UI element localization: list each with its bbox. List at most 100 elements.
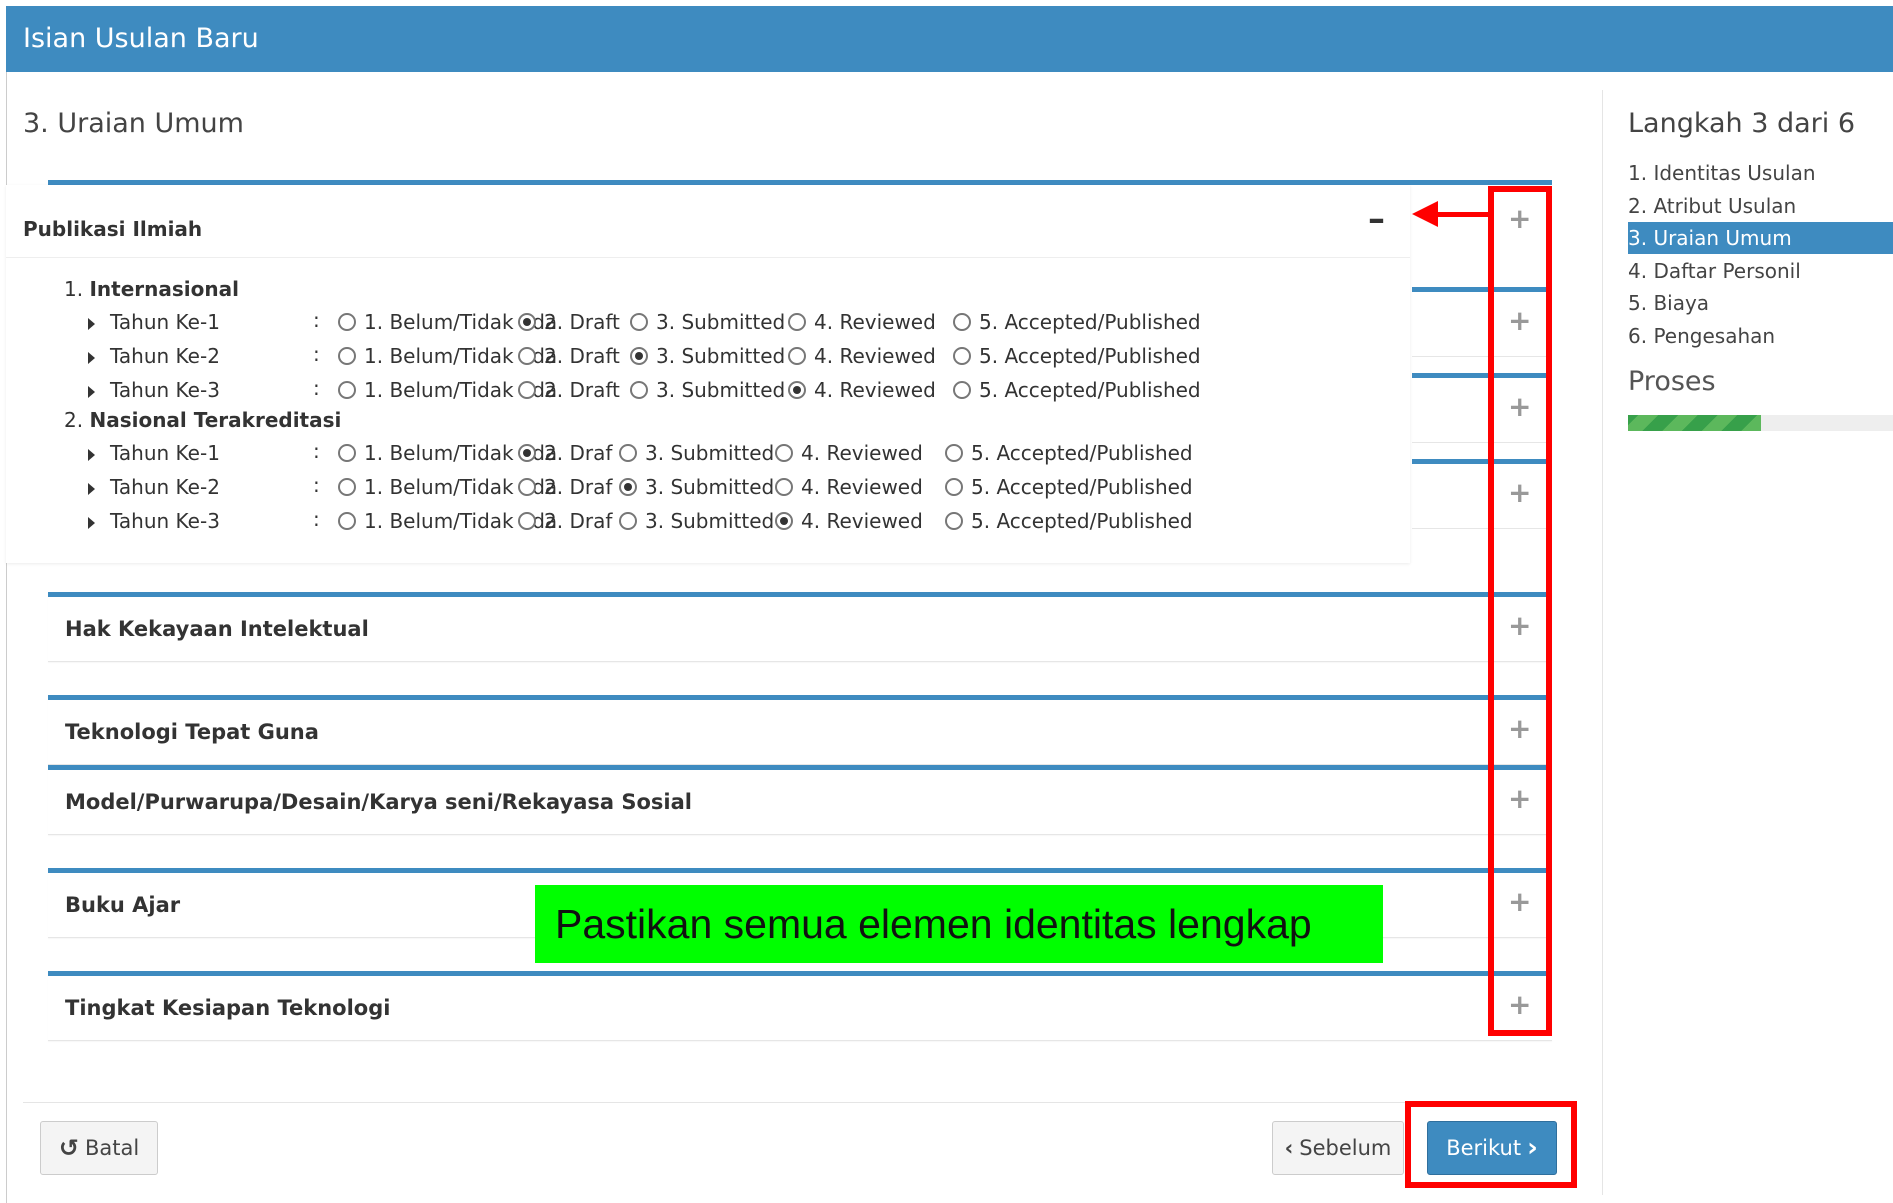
radio-row: Tahun Ke-2:1. Belum/Tidak ada 2. Draf 3. S…	[88, 473, 1193, 503]
radio-option[interactable]: 4. Reviewed	[775, 475, 923, 499]
radio-option[interactable]: 4. Reviewed	[775, 509, 923, 533]
panel-title[interactable]: Tingkat Kesiapan Teknologi	[65, 996, 390, 1020]
radio-button[interactable]	[775, 512, 793, 530]
radio-option[interactable]: 2. Draf	[518, 441, 612, 465]
step-item[interactable]: 3. Uraian Umum	[1628, 222, 1893, 254]
radio-option[interactable]: 2. Draf	[518, 509, 612, 533]
step-item[interactable]: 5. Biaya	[1628, 287, 1893, 319]
colon: :	[313, 473, 320, 497]
step-item[interactable]: 4. Daftar Personil	[1628, 255, 1893, 287]
row-label: Tahun Ke-3	[110, 509, 220, 533]
row-label: Tahun Ke-2	[110, 475, 220, 499]
radio-button[interactable]	[338, 478, 356, 496]
radio-button[interactable]	[338, 444, 356, 462]
radio-button[interactable]	[619, 444, 637, 462]
radio-option[interactable]: 5. Accepted/Published	[945, 475, 1193, 499]
panel-divider	[6, 257, 1410, 258]
progress-bar	[1628, 415, 1893, 431]
radio-button[interactable]	[518, 478, 536, 496]
radio-option[interactable]: 3. Submitted	[630, 378, 785, 402]
radio-label: 5. Accepted/Published	[971, 441, 1193, 465]
panel-title[interactable]: Buku Ajar	[65, 893, 180, 917]
step-item[interactable]: 6. Pengesahan	[1628, 320, 1893, 352]
radio-option[interactable]: 2. Draft	[518, 378, 620, 402]
radio-option[interactable]: 2. Draft	[518, 344, 620, 368]
radio-label: 4. Reviewed	[814, 378, 936, 402]
previous-button[interactable]: ‹ Sebelum	[1272, 1121, 1404, 1175]
radio-label: 5. Accepted/Published	[971, 475, 1193, 499]
column-divider	[1602, 90, 1603, 1195]
radio-button[interactable]	[945, 478, 963, 496]
radio-button[interactable]	[775, 478, 793, 496]
radio-button[interactable]	[945, 444, 963, 462]
radio-button[interactable]	[630, 313, 648, 331]
radio-button[interactable]	[953, 347, 971, 365]
panel-model-purwarupa[interactable]: Model/Purwarupa/Desain/Karya seni/Rekaya…	[48, 765, 1552, 835]
panel-teknologi-tepat-guna[interactable]: Teknologi Tepat Guna +	[48, 695, 1552, 765]
radio-button[interactable]	[518, 444, 536, 462]
progress-label: Proses	[1628, 366, 1716, 397]
panel-title[interactable]: Model/Purwarupa/Desain/Karya seni/Rekaya…	[65, 790, 692, 814]
group-title: 2. Nasional Terakreditasi	[64, 408, 342, 432]
radio-row: Tahun Ke-3:1. Belum/Tidak ada 2. Draf 3. S…	[88, 507, 1193, 537]
radio-label: 5. Accepted/Published	[979, 344, 1201, 368]
radio-button[interactable]	[338, 347, 356, 365]
radio-button[interactable]	[518, 347, 536, 365]
radio-button[interactable]	[518, 313, 536, 331]
colon: :	[313, 507, 320, 531]
radio-option[interactable]: 3. Submitted	[619, 441, 774, 465]
radio-option[interactable]: 5. Accepted/Published	[953, 344, 1201, 368]
radio-option[interactable]: 4. Reviewed	[788, 378, 936, 402]
radio-option[interactable]: 4. Reviewed	[775, 441, 923, 465]
step-item[interactable]: 2. Atribut Usulan	[1628, 190, 1893, 222]
radio-button[interactable]	[619, 478, 637, 496]
radio-button[interactable]	[788, 347, 806, 365]
panel-title[interactable]: Teknologi Tepat Guna	[65, 720, 319, 744]
radio-button[interactable]	[338, 381, 356, 399]
radio-button[interactable]	[788, 381, 806, 399]
radio-option[interactable]: 5. Accepted/Published	[945, 441, 1193, 465]
radio-button[interactable]	[630, 381, 648, 399]
group-title: 1. Internasional	[64, 277, 239, 301]
radio-label: 5. Accepted/Published	[979, 310, 1201, 334]
step-item[interactable]: 1. Identitas Usulan	[1628, 157, 1893, 189]
panel-hak-kekayaan-intelektual[interactable]: Hak Kekayaan Intelektual +	[48, 592, 1552, 662]
collapse-icon[interactable]: –	[1368, 199, 1385, 239]
steps-title: Langkah 3 dari 6	[1628, 108, 1856, 139]
radio-option[interactable]: 2. Draft	[518, 310, 620, 334]
radio-option[interactable]: 2. Draf	[518, 475, 612, 499]
radio-button[interactable]	[788, 313, 806, 331]
radio-button[interactable]	[338, 313, 356, 331]
radio-button[interactable]	[953, 381, 971, 399]
radio-option[interactable]: 5. Accepted/Published	[953, 378, 1201, 402]
radio-option[interactable]: 3. Submitted	[619, 509, 774, 533]
radio-option[interactable]: 4. Reviewed	[788, 310, 936, 334]
radio-button[interactable]	[630, 347, 648, 365]
radio-option[interactable]: 5. Accepted/Published	[953, 310, 1201, 334]
annotation-arrow	[1436, 212, 1490, 217]
panel-title[interactable]: Hak Kekayaan Intelektual	[65, 617, 369, 641]
radio-option[interactable]: 5. Accepted/Published	[945, 509, 1193, 533]
radio-label: 4. Reviewed	[801, 441, 923, 465]
panel-tingkat-kesiapan-teknologi[interactable]: Tingkat Kesiapan Teknologi +	[48, 971, 1552, 1041]
row-label: Tahun Ke-2	[110, 344, 220, 368]
radio-button[interactable]	[945, 512, 963, 530]
radio-option[interactable]: 3. Submitted	[619, 475, 774, 499]
radio-option[interactable]: 3. Submitted	[630, 310, 785, 334]
radio-button[interactable]	[953, 313, 971, 331]
radio-option[interactable]: 4. Reviewed	[788, 344, 936, 368]
chevron-left-icon: ‹	[1284, 1136, 1294, 1160]
panel-publikasi-ilmiah: Publikasi Ilmiah – 1. Internasional 2. N…	[6, 185, 1410, 563]
radio-label: 4. Reviewed	[801, 509, 923, 533]
cancel-button[interactable]: ↺ Batal	[40, 1121, 158, 1175]
progress-fill	[1628, 415, 1761, 431]
radio-label: 2. Draf	[544, 475, 613, 499]
radio-button[interactable]	[338, 512, 356, 530]
radio-button[interactable]	[518, 512, 536, 530]
radio-button[interactable]	[518, 381, 536, 399]
radio-button[interactable]	[775, 444, 793, 462]
panel-title[interactable]: Publikasi Ilmiah	[23, 217, 202, 241]
radio-row: Tahun Ke-2:1. Belum/Tidak ada 2. Draft 3. …	[88, 342, 1201, 372]
radio-option[interactable]: 3. Submitted	[630, 344, 785, 368]
radio-button[interactable]	[619, 512, 637, 530]
